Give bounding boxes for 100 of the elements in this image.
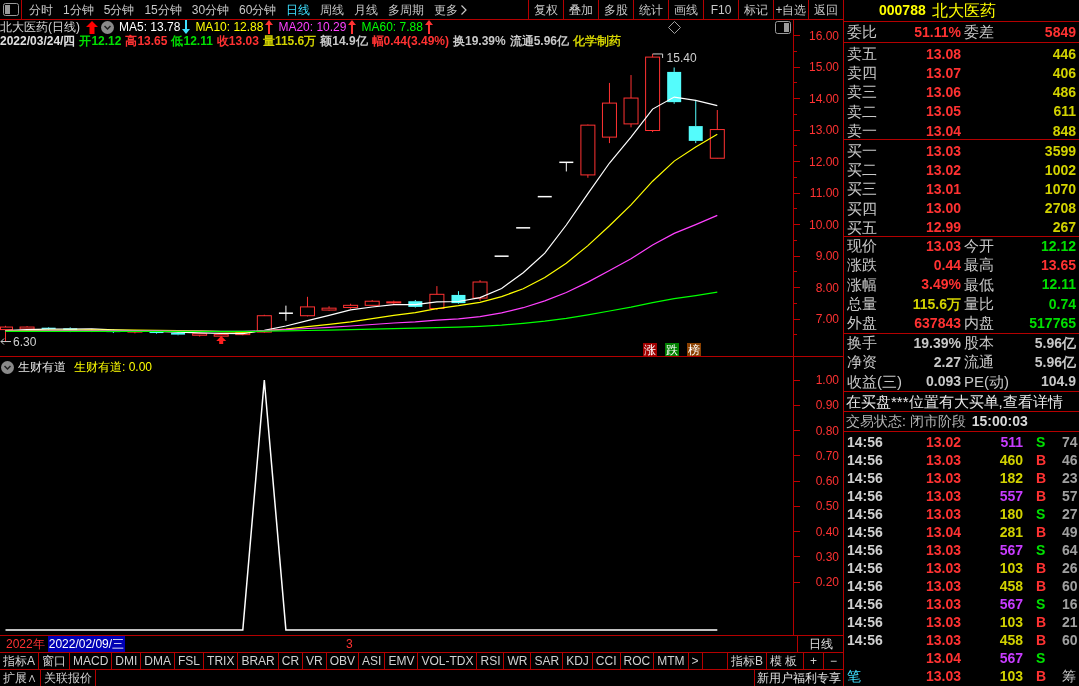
indicator-tab[interactable]: 窗口 (39, 653, 70, 669)
chevron-circle-icon[interactable] (1, 360, 14, 374)
field-value: 115.6万 (912, 294, 961, 314)
field-label: 净资 (847, 352, 877, 373)
field-value: 0.093 (925, 372, 961, 392)
quote-info: 开12.12 (79, 34, 122, 48)
indicator-tab[interactable]: ASI (359, 653, 386, 669)
period-tab[interactable]: 15分钟 (139, 0, 187, 19)
indicator-tab[interactable]: CCI (592, 653, 621, 669)
ma-value: MA20: 10.29 (278, 20, 347, 34)
field-value: 5.96亿 (1034, 353, 1076, 373)
field-label: 涨跌 (847, 255, 877, 276)
notice-link[interactable]: 在买盘***位置有大买单,查看详情 (846, 390, 1063, 414)
status-time: 15:00:03 (971, 412, 1028, 432)
indicator-tab[interactable]: FSL (175, 653, 205, 669)
indicator-tab[interactable]: DMI (112, 653, 142, 669)
period-tab[interactable]: 5分钟 (98, 0, 140, 19)
period-tab[interactable]: 60分钟 (234, 0, 282, 19)
toolbar-button[interactable]: 多股 (598, 0, 633, 19)
toolbar-button[interactable]: 统计 (633, 0, 668, 19)
promo-link[interactable]: 新用户福利专享 (754, 670, 843, 686)
order-volume: 486 (1051, 83, 1076, 103)
indicator-tab[interactable]: VOL-TDX (418, 653, 478, 669)
order-volume: 446 (1051, 44, 1076, 64)
trade-count: 46 (1061, 451, 1078, 471)
order-price: 13.03 (924, 141, 961, 161)
indicator-tab[interactable]: EMV (385, 653, 419, 669)
rank-button[interactable]: 跌 (665, 343, 679, 356)
trade-count: 60 (1061, 577, 1078, 597)
field-value: 2.27 (933, 353, 961, 373)
rank-button[interactable]: 涨 (643, 343, 657, 356)
indicator-tab[interactable]: SAR (531, 653, 564, 669)
indicator-tab[interactable]: OBV (326, 653, 360, 669)
quote-info: 额14.9亿 (320, 34, 368, 48)
indicator-tab[interactable]: ROC (620, 653, 655, 669)
indicator-tab[interactable]: MTM (654, 653, 689, 669)
trade-price: 13.03 (924, 595, 961, 615)
panel-tab[interactable]: 笔 (847, 666, 891, 686)
toolbar-button[interactable]: 画线 (668, 0, 703, 19)
trade-volume: 567 (998, 649, 1024, 669)
trade-price: 13.04 (924, 523, 961, 543)
toolbar-button[interactable]: 返回 (808, 0, 843, 19)
trade-side: S (1035, 541, 1047, 561)
indicator-tab[interactable]: TRIX (204, 653, 239, 669)
period-tab[interactable]: 30分钟 (186, 0, 235, 19)
panel-tab[interactable]: 筹 (1055, 666, 1076, 686)
panel-toggle-icon[interactable] (2, 3, 19, 16)
field-label: 收益(三) (847, 371, 902, 392)
indicator-tab[interactable]: > (688, 653, 703, 669)
indicator-tab[interactable]: 指标A (0, 653, 39, 669)
trade-side: B (1035, 487, 1048, 507)
bottom-tab[interactable]: 关联报价 (41, 670, 96, 686)
toolbar-button[interactable]: F10 (703, 0, 738, 19)
bottom-tab[interactable]: 扩展∧ (0, 670, 41, 686)
field-label: 流通 (964, 352, 994, 373)
up-arrow-icon (86, 20, 98, 34)
indicator-tab[interactable]: VR (303, 653, 327, 669)
indicator-tab[interactable]: KDJ (563, 653, 593, 669)
toolbar-button[interactable]: 叠加 (563, 0, 598, 19)
toolbar-button[interactable]: +自选 (773, 0, 808, 19)
trade-count: 49 (1061, 523, 1078, 543)
indicator-tab[interactable]: CR (278, 653, 304, 669)
trade-volume: 458 (998, 631, 1024, 651)
period-tab[interactable]: 多周期 (383, 0, 430, 19)
chevron-right-icon (461, 4, 468, 15)
trade-time: 14:56 (847, 559, 884, 579)
order-label: 买二 (847, 160, 878, 181)
indicator-tab[interactable]: WR (504, 653, 532, 669)
indicator-tab[interactable]: + (803, 653, 823, 669)
indicator-tab[interactable]: MACD (70, 653, 113, 669)
diamond-icon[interactable] (668, 20, 681, 34)
order-price: 13.00 (924, 199, 961, 219)
panel-toggle-icon[interactable] (775, 20, 791, 34)
indicator-tab[interactable]: − (823, 653, 843, 669)
order-price: 13.02 (924, 160, 961, 180)
trade-time: 14:56 (847, 595, 884, 615)
indicator-tab[interactable]: BRAR (238, 653, 279, 669)
indicator-tab[interactable]: RSI (477, 653, 505, 669)
indicator-tab[interactable]: 指标B (727, 653, 766, 669)
toolbar-button[interactable]: 复权 (528, 0, 563, 19)
order-volume: 267 (1051, 218, 1076, 238)
period-tab[interactable]: 月线 (349, 0, 384, 19)
indicator-tab[interactable]: 模板 (766, 653, 803, 669)
rank-button[interactable]: 榜 (687, 343, 701, 356)
period-tab[interactable]: 更多 (429, 0, 473, 19)
order-label: 买五 (847, 217, 878, 238)
period-tab[interactable]: 日线 (281, 0, 316, 19)
quote-info: 收13.03 (216, 34, 259, 48)
chevron-circle-icon[interactable] (101, 20, 114, 34)
period-tab[interactable]: 周线 (315, 0, 350, 19)
trade-volume: 567 (998, 595, 1024, 615)
period-tab[interactable]: 1分钟 (58, 0, 99, 19)
indicator-tab[interactable]: DMA (141, 653, 176, 669)
toolbar-button[interactable]: 标记 (738, 0, 773, 19)
axis-label: 0.60 (815, 473, 840, 490)
axis-label: 0.70 (815, 447, 840, 465)
period-tab[interactable]: 分时 (24, 0, 58, 19)
candle (667, 67, 682, 105)
trade-time: 14:56 (847, 487, 884, 507)
trade-time: 14:56 (847, 577, 884, 597)
